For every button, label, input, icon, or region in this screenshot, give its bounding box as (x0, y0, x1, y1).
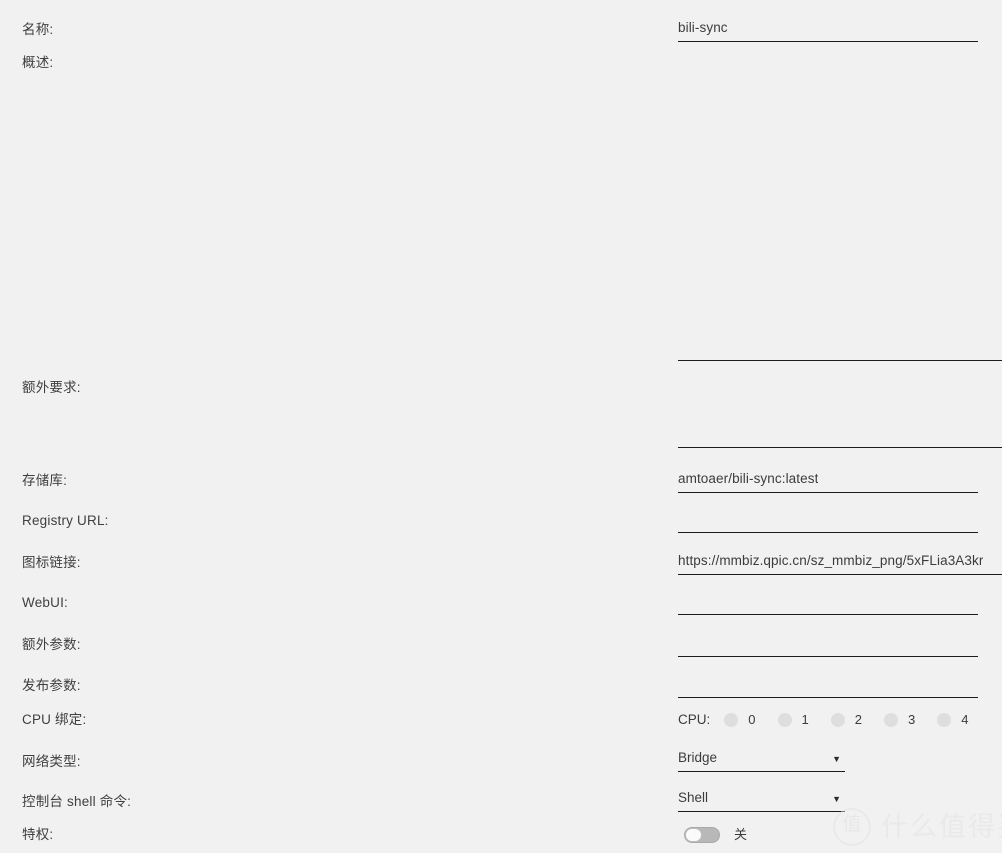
checkbox-icon (777, 713, 792, 727)
privileged-toggle-group: 关 (684, 824, 747, 846)
description-textarea[interactable] (678, 55, 1002, 361)
repository-input-value: amtoaer/bili-sync:latest (678, 471, 819, 486)
cpu-core-label: 2 (854, 712, 862, 727)
watermark-text: 什么值得买 (881, 812, 1002, 842)
label-name: 名称: (22, 22, 54, 37)
label-cpu-binding: CPU 绑定: (22, 712, 87, 727)
label-repository: 存储库: (22, 473, 68, 488)
checkbox-icon (883, 713, 898, 727)
repository-input[interactable]: amtoaer/bili-sync:latest (678, 465, 978, 493)
extra-requirements-textarea[interactable] (678, 380, 1002, 448)
label-extra-requirements: 额外要求: (22, 380, 81, 395)
name-input[interactable]: bili-sync (678, 14, 978, 42)
label-icon-link: 图标链接: (22, 555, 81, 570)
cpu-core-checkbox-2[interactable]: 2 (830, 712, 862, 728)
icon-link-input-value: https://mmbiz.qpic.cn/sz_mmbiz_png/5xFLi… (678, 553, 984, 568)
cpu-core-label: 3 (907, 712, 916, 727)
label-privileged: 特权: (22, 827, 54, 842)
cpu-core-checkbox-1[interactable]: 1 (777, 712, 809, 728)
label-console-shell: 控制台 shell 命令: (22, 794, 132, 809)
chevron-down-icon: ▼ (832, 754, 841, 764)
container-settings-form: 名称: bili-sync 概述: 额外要求: 存储库: amtoaer/bil… (0, 0, 1002, 853)
network-type-selected-value: Bridge (678, 750, 718, 765)
cpu-core-checkbox-0[interactable]: 0 (724, 712, 756, 728)
checkbox-icon (724, 713, 739, 727)
extra-params-input[interactable] (678, 629, 978, 657)
cpu-core-label: 0 (748, 712, 756, 727)
publish-params-input[interactable] (678, 670, 978, 698)
cpu-core-checkbox-3[interactable]: 3 (883, 712, 916, 728)
console-shell-select[interactable]: Shell ▼ (678, 786, 845, 812)
toggle-knob-icon (685, 828, 702, 842)
checkbox-icon (830, 713, 845, 727)
privileged-state-label: 关 (734, 827, 748, 842)
label-description: 概述: (22, 55, 54, 70)
cpu-core-checkbox-4[interactable]: 4 (937, 712, 968, 728)
chevron-down-icon: ▼ (832, 794, 841, 804)
label-network-type: 网络类型: (22, 754, 81, 769)
cpu-core-label: 4 (961, 712, 969, 727)
cpu-binding-group: CPU: 0 1 2 3 4 (678, 710, 990, 730)
smzdm-watermark: 值 什么值得买 (833, 808, 1002, 846)
cpu-core-label: 1 (801, 712, 809, 727)
registry-url-input[interactable] (678, 505, 978, 533)
icon-link-input[interactable]: https://mmbiz.qpic.cn/sz_mmbiz_png/5xFLi… (678, 547, 1002, 575)
label-registry-url: Registry URL: (22, 513, 109, 528)
console-shell-selected-value: Shell (678, 790, 709, 805)
webui-input[interactable] (678, 587, 978, 615)
checkbox-icon (937, 713, 952, 727)
network-type-select[interactable]: Bridge ▼ (678, 746, 845, 772)
name-input-value: bili-sync (678, 20, 728, 35)
privileged-toggle[interactable] (684, 827, 720, 843)
label-extra-params: 额外参数: (22, 637, 81, 652)
watermark-badge-icon: 值 (833, 808, 871, 846)
label-publish-params: 发布参数: (22, 678, 81, 693)
cpu-caption: CPU: (678, 712, 711, 727)
label-webui: WebUI: (22, 595, 68, 610)
